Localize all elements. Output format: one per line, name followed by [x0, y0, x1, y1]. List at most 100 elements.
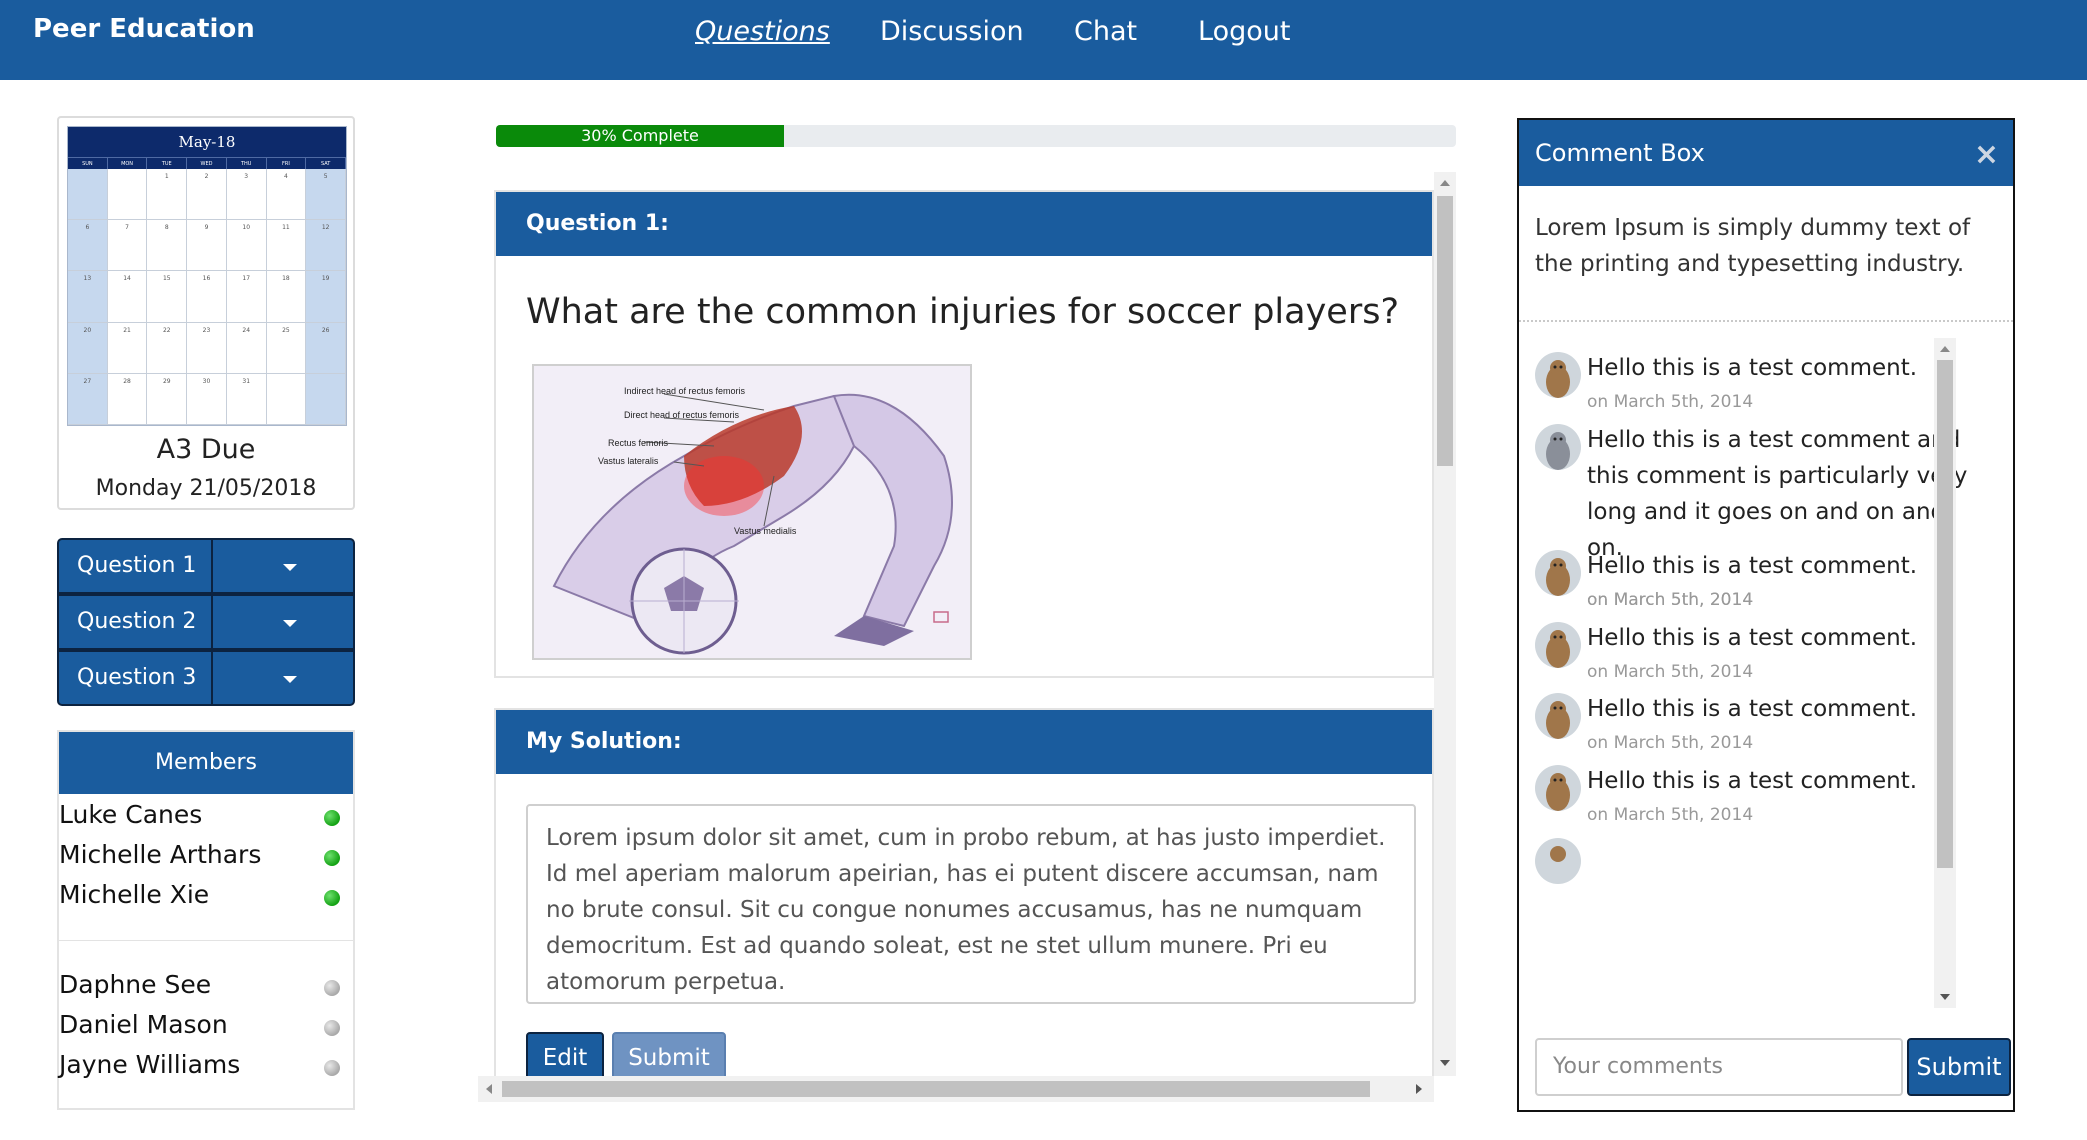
scroll-up-icon[interactable] [1940, 346, 1950, 352]
member-row[interactable]: Michelle Xie [59, 880, 349, 918]
nav-link-chat[interactable]: Chat [1074, 16, 1137, 47]
calendar-day: 9 [187, 220, 227, 272]
question-card: Question 1: What are the common injuries… [494, 190, 1434, 678]
calendar-day: 30 [187, 373, 227, 425]
caret-down-icon[interactable] [283, 620, 297, 627]
comment-box-header: Comment Box × [1519, 120, 2013, 186]
avatar[interactable] [1535, 622, 1581, 668]
question-nav-label[interactable]: Question 1 [77, 553, 196, 578]
comment-text: Hello this is a test comment. [1587, 355, 1918, 381]
calendar-grid: 1 2 3 4 5 6 7 8 9 10 11 12 13 14 15 16 17 18 19 20 21 22 23 24 2… [68, 169, 346, 425]
comment-box-intro: Lorem Ipsum is simply dummy text of the … [1535, 215, 1971, 277]
calendar-day: 16 [187, 271, 227, 323]
calendar-day: 3 [226, 169, 267, 221]
question-horizontal-scrollbar[interactable] [478, 1076, 1434, 1102]
avatar[interactable] [1535, 838, 1581, 884]
scrollbar-thumb[interactable] [1937, 360, 1953, 868]
calendar-day: 27 [68, 373, 108, 425]
due-date-card: May-18 SUN MON TUE WED THU FRI SAT 1 2 3 4 5 6 7 8 9 10… [57, 116, 355, 510]
scroll-right-icon[interactable] [1416, 1084, 1422, 1094]
member-row[interactable]: Daniel Mason [59, 1010, 349, 1048]
question-vertical-scrollbar[interactable] [1434, 172, 1456, 1076]
calendar-day: 14 [107, 271, 148, 323]
scrollbar-thumb[interactable] [1437, 196, 1453, 466]
calendar-day: 8 [147, 220, 188, 272]
member-row[interactable]: Michelle Arthars [59, 840, 349, 878]
member-name: Michelle Arthars [59, 840, 262, 869]
solution-header: My Solution: [496, 710, 1432, 774]
question-nav-1[interactable]: Question 1 [57, 538, 355, 594]
calendar-day [306, 373, 346, 425]
calendar-day: 5 [306, 169, 346, 221]
calendar-weekdays: SUN MON TUE WED THU FRI SAT [68, 157, 346, 170]
calendar-day: 10 [226, 220, 267, 272]
member-row[interactable]: Jayne Williams [59, 1050, 349, 1088]
member-name: Daphne See [59, 970, 212, 999]
comment-box-title: Comment Box [1535, 139, 1705, 167]
top-navbar: Peer Education Questions Discussion Chat… [0, 0, 2087, 80]
solution-card: My Solution: Lorem ipsum dolor sit amet,… [494, 708, 1434, 1102]
comment-date: on March 5th, 2014 [1587, 805, 1754, 825]
solution-submit-button[interactable]: Submit [612, 1032, 726, 1082]
calendar-day [68, 169, 108, 221]
comment-submit-button[interactable]: Submit [1907, 1038, 2011, 1096]
calendar-day: 19 [306, 271, 346, 323]
scroll-down-icon[interactable] [1440, 1060, 1450, 1066]
scrollbar-thumb[interactable] [502, 1081, 1370, 1097]
brand-logo-text[interactable]: Peer Education [33, 14, 255, 44]
comment-text: Hello this is a test comment and this co… [1587, 427, 1968, 561]
calendar-month: May-18 [68, 127, 346, 157]
offline-status-icon [324, 1060, 340, 1076]
calendar-day: 20 [68, 322, 108, 374]
calendar-day: 2 [187, 169, 227, 221]
member-row[interactable]: Luke Canes [59, 800, 349, 838]
online-status-icon [324, 810, 340, 826]
question-nav-label[interactable]: Question 3 [77, 665, 196, 690]
avatar[interactable] [1535, 693, 1581, 739]
calendar-day: 7 [107, 220, 148, 272]
comment-text: Hello this is a test comment. [1587, 625, 1918, 651]
calendar-day: 18 [266, 271, 307, 323]
nav-link-discussion[interactable]: Discussion [880, 16, 1024, 47]
avatar[interactable] [1535, 550, 1581, 596]
image-label-1: Indirect head of rectus femoris [624, 386, 746, 396]
calendar-day: 22 [147, 322, 188, 374]
calendar-day: 12 [306, 220, 346, 272]
question-nav-2[interactable]: Question 2 [57, 594, 355, 650]
comment-input[interactable]: Your comments [1535, 1038, 1903, 1096]
comment-date: on March 5th, 2014 [1587, 590, 1754, 610]
scroll-left-icon[interactable] [486, 1084, 492, 1094]
avatar[interactable] [1535, 352, 1581, 398]
comment-date: on March 5th, 2014 [1587, 733, 1754, 753]
comment-list[interactable]: Hello this is a test comment. on March 5t… [1519, 342, 1989, 1012]
edit-button[interactable]: Edit [526, 1032, 604, 1082]
nav-link-logout[interactable]: Logout [1198, 16, 1290, 47]
calendar-day: 25 [266, 322, 307, 374]
image-label-3: Rectus femoris [608, 438, 669, 448]
caret-down-icon[interactable] [283, 564, 297, 571]
calendar-day [107, 169, 148, 221]
due-date: Monday 21/05/2018 [95, 476, 317, 501]
offline-status-icon [324, 980, 340, 996]
comment-scrollbar[interactable] [1934, 338, 1956, 1008]
member-name: Jayne Williams [59, 1050, 241, 1079]
scroll-up-icon[interactable] [1440, 180, 1450, 186]
caret-down-icon[interactable] [283, 676, 297, 683]
member-row[interactable]: Daphne See [59, 970, 349, 1008]
solution-textarea[interactable]: Lorem ipsum dolor sit amet, cum in probo… [526, 804, 1416, 1004]
calendar-day: 31 [226, 373, 267, 425]
question-scroll-area[interactable]: Question 1: What are the common injuries… [478, 172, 1456, 1102]
close-icon[interactable]: × [1974, 122, 1999, 188]
avatar[interactable] [1535, 765, 1581, 811]
calendar-day: 23 [187, 322, 227, 374]
calendar-day: 15 [147, 271, 188, 323]
image-label-5: Vastus medialis [734, 526, 797, 536]
avatar[interactable] [1535, 424, 1581, 470]
comment-date: on March 5th, 2014 [1587, 392, 1754, 412]
nav-link-questions[interactable]: Questions [695, 16, 830, 47]
scroll-down-icon[interactable] [1940, 994, 1950, 1000]
question-nav-3[interactable]: Question 3 [57, 650, 355, 706]
comment-text: Hello this is a test comment. [1587, 768, 1918, 794]
question-nav-label[interactable]: Question 2 [77, 609, 196, 634]
image-label-4: Vastus lateralis [598, 456, 659, 466]
